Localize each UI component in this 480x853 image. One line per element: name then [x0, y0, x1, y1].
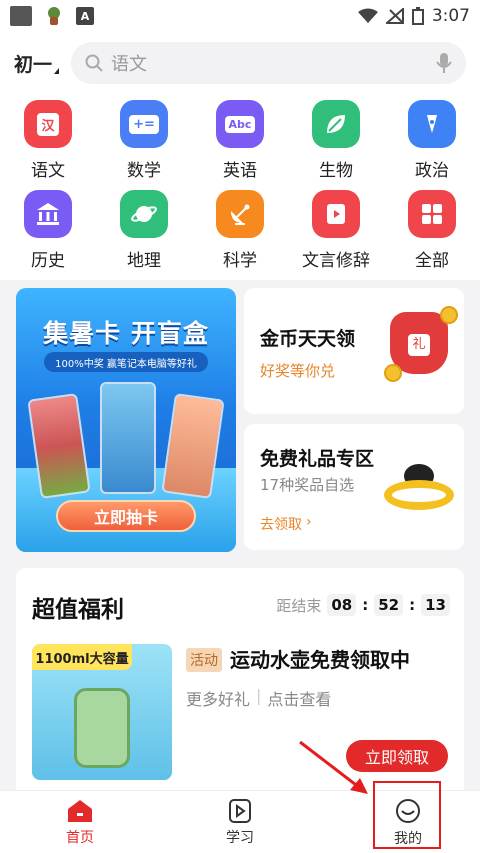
subject-label: 生物: [319, 161, 353, 181]
subject-classical[interactable]: 文言修辞: [288, 190, 384, 280]
math-icon: +=: [120, 100, 168, 148]
subject-chinese[interactable]: 汉 语文: [0, 100, 96, 190]
play-book-icon: [229, 799, 251, 823]
character-card-image: [100, 382, 156, 494]
subject-label: 政治: [415, 161, 449, 181]
subject-label: 文言修辞: [302, 251, 370, 271]
bottle-shape: [74, 688, 130, 768]
more-gifts-link[interactable]: 更多好礼 | 点击查看: [186, 686, 331, 710]
coins-title: 金币天天领: [260, 328, 356, 350]
tab-home[interactable]: 首页: [32, 795, 128, 851]
banner-title: 集暑卡 开盲盒: [43, 319, 209, 348]
water-bottle-image[interactable]: 1100ml大容量: [32, 644, 172, 780]
subject-history[interactable]: 历史: [0, 190, 96, 280]
divider: |: [256, 686, 262, 705]
top-header: 初一 语文: [0, 32, 480, 94]
pen-icon: [408, 100, 456, 148]
claim-link-label: 去领取: [260, 517, 302, 533]
welfare-section: 超值福利 距结束 08 : 52 : 13 1100ml大容量 活动 运动水壶免…: [16, 568, 464, 798]
tab-label: 学习: [226, 830, 254, 846]
temple-icon: [24, 190, 72, 238]
welfare-item-name[interactable]: 运动水壶免费领取中: [230, 644, 410, 673]
abc-icon: Abc: [216, 100, 264, 148]
subject-label: 语文: [31, 161, 65, 181]
countdown-seconds: 13: [421, 594, 450, 616]
subject-label: 地理: [127, 251, 161, 271]
grade-selector[interactable]: 初一: [14, 50, 60, 77]
status-time: 3:07: [431, 6, 470, 26]
satellite-icon: [216, 190, 264, 238]
countdown-minutes: 52: [374, 594, 404, 616]
grade-label: 初一: [14, 53, 53, 76]
claim-link[interactable]: 去领取 ›: [260, 514, 312, 534]
draw-card-button[interactable]: 立即抽卡: [56, 500, 196, 532]
blind-box-banner[interactable]: 集暑卡 开盲盒 100%中奖 赢笔记本电脑等好礼 立即抽卡: [16, 288, 236, 552]
dropdown-triangle-icon: [54, 67, 60, 74]
coins-promo-card[interactable]: 金币天天领 好奖等你兑: [244, 288, 464, 414]
tab-study[interactable]: 学习: [192, 795, 288, 851]
welfare-title: 超值福利: [32, 597, 124, 623]
capacity-tag: 1100ml大容量: [32, 644, 132, 670]
annotation-highlight-box: [373, 781, 441, 849]
search-icon: [85, 54, 103, 72]
gifts-subtitle: 17种奖品自选: [260, 476, 355, 494]
more-gifts-label: 更多好礼: [186, 690, 251, 709]
a-app-icon: A: [76, 7, 94, 25]
tab-label: 首页: [66, 830, 94, 846]
subject-label: 历史: [31, 251, 65, 271]
gifts-promo-card[interactable]: 免费礼品专区 17种奖品自选 去领取 ›: [244, 424, 464, 550]
search-bar[interactable]: 语文: [71, 42, 466, 84]
countdown-hours: 08: [327, 594, 357, 616]
countdown-label: 距结束: [276, 596, 322, 615]
play-book-icon: [312, 190, 360, 238]
subject-science[interactable]: 科学: [192, 190, 288, 280]
search-placeholder: 语文: [111, 54, 148, 75]
countdown: 距结束 08 : 52 : 13: [276, 594, 450, 616]
subject-math[interactable]: += 数学: [96, 100, 192, 190]
subject-all[interactable]: 全部: [384, 190, 480, 280]
activity-badge: 活动: [186, 648, 222, 672]
subject-label: 全部: [415, 251, 449, 271]
plant-app-icon: [42, 5, 66, 27]
coin-icon: [440, 306, 458, 324]
no-signal-icon: [385, 8, 404, 24]
banner-subtitle: 100%中奖 赢笔记本电脑等好礼: [44, 352, 208, 372]
coins-subtitle: 好奖等你兑: [260, 362, 336, 380]
grid-icon: [408, 190, 456, 238]
subject-label: 科学: [223, 251, 257, 271]
wifi-icon: [357, 8, 378, 23]
chevron-right-icon: ›: [306, 514, 312, 530]
claim-now-button[interactable]: 立即领取: [346, 740, 448, 772]
subject-geography[interactable]: 地理: [96, 190, 192, 280]
view-label: 点击查看: [267, 690, 332, 709]
subject-label: 数学: [127, 161, 161, 181]
gold-bracelet-image: [384, 480, 454, 510]
notification-square-icon: [10, 6, 32, 26]
subject-biology[interactable]: 生物: [288, 100, 384, 190]
leaf-icon: [312, 100, 360, 148]
microphone-icon[interactable]: [436, 52, 452, 74]
subject-grid: 汉 语文 += 数学 Abc 英语 生物 政治 历史 地理 科学 文言修辞 全部: [0, 94, 480, 280]
gifts-title: 免费礼品专区: [260, 448, 375, 470]
subject-politics[interactable]: 政治: [384, 100, 480, 190]
battery-icon: [411, 7, 424, 25]
hanzi-icon: 汉: [24, 100, 72, 148]
status-bar: A 3:07: [0, 0, 480, 32]
planet-icon: [120, 190, 168, 238]
gift-bag-icon: [390, 312, 448, 374]
subject-label: 英语: [223, 161, 257, 181]
home-icon: [68, 800, 92, 822]
coin-icon: [384, 364, 402, 382]
subject-english[interactable]: Abc 英语: [192, 100, 288, 190]
